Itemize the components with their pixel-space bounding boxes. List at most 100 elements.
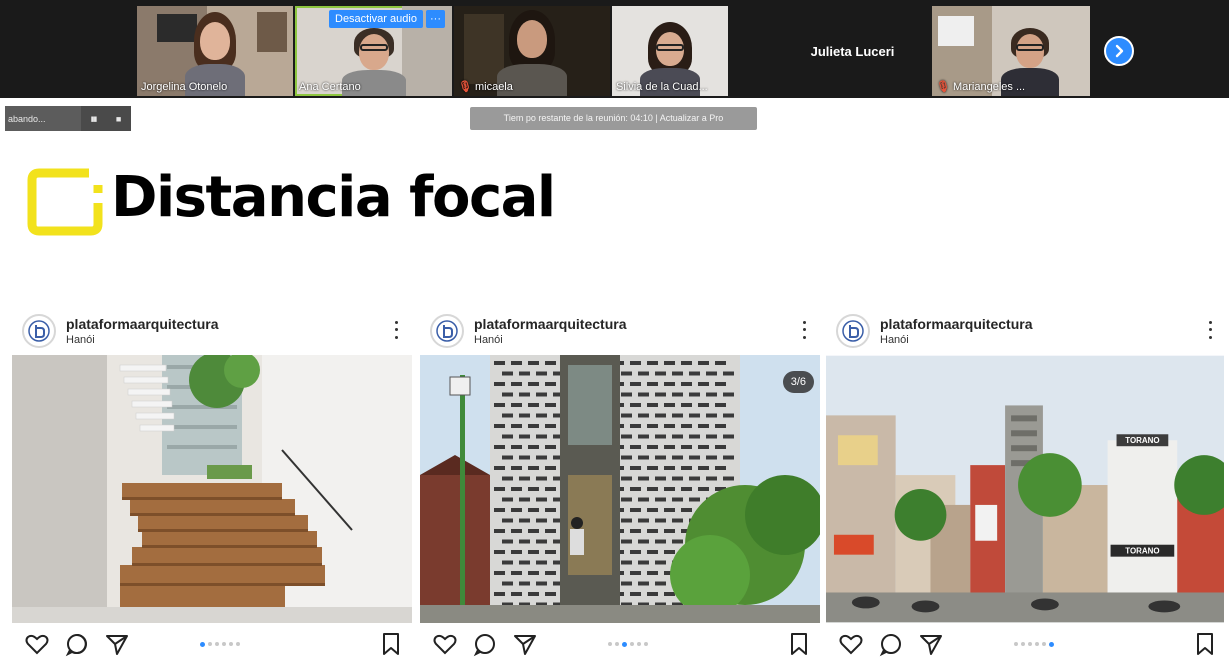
- bookmark-icon[interactable]: [1192, 631, 1218, 657]
- brick-opening: [494, 571, 505, 575]
- post-photo-interior-staircase[interactable]: [12, 355, 412, 623]
- comment-icon[interactable]: [64, 631, 90, 657]
- more-icon[interactable]: [800, 319, 808, 341]
- participant-tile-julieta[interactable]: Julieta Luceri: [776, 6, 929, 96]
- brick-opening: [545, 592, 556, 596]
- mute-participant-button[interactable]: Desactivar audio: [329, 10, 423, 28]
- participant-name: Julieta Luceri: [810, 43, 895, 59]
- brick-opening: [528, 592, 539, 596]
- bookmark-icon[interactable]: [378, 631, 404, 657]
- brick-opening: [502, 371, 513, 376]
- brick-opening: [681, 382, 692, 386]
- participant-tile-jorgelina[interactable]: Jorgelina Otonelo: [137, 6, 293, 96]
- brick-opening: [723, 455, 734, 460]
- participant-tile-micaela[interactable]: 🎙 micaela: [454, 6, 610, 96]
- brick-opening: [511, 550, 522, 554]
- brick-opening: [672, 434, 683, 439]
- brick-opening: [621, 518, 632, 523]
- brick-opening: [545, 487, 556, 491]
- brick-opening: [528, 529, 539, 533]
- more-icon[interactable]: [1206, 319, 1214, 341]
- brick-opening: [511, 382, 522, 386]
- brick-opening: [698, 466, 709, 470]
- heart-icon[interactable]: [24, 631, 50, 657]
- comment-icon[interactable]: [472, 631, 498, 657]
- account-avatar[interactable]: [430, 314, 464, 348]
- comment-icon[interactable]: [878, 631, 904, 657]
- participant-name: 🎙 Mariangeles ...: [936, 81, 1026, 93]
- carousel-counter: 3/6: [782, 371, 814, 393]
- meeting-timer-banner[interactable]: Tiem po restante de la reunión: 04:10 | …: [470, 107, 757, 130]
- brick-opening: [519, 455, 530, 460]
- brick-opening: [502, 455, 513, 460]
- brick-opening: [698, 445, 709, 449]
- participant-tile-mariangeles[interactable]: 🎙 Mariangeles ...: [932, 6, 1090, 96]
- brick-opening: [621, 413, 632, 418]
- post-header: plataformaarquitectura Hanói: [22, 311, 408, 351]
- account-name[interactable]: plataformaarquitectura: [66, 316, 218, 332]
- brick-opening: [706, 455, 717, 460]
- more-icon[interactable]: [392, 319, 400, 341]
- brick-opening: [519, 434, 530, 439]
- share-icon[interactable]: [512, 631, 538, 657]
- brick-opening: [494, 592, 505, 596]
- brick-opening: [681, 361, 692, 365]
- glasses: [1015, 44, 1044, 51]
- post-location[interactable]: Hanói: [880, 334, 909, 346]
- stop-recording-button[interactable]: ■: [116, 114, 121, 124]
- brick-opening: [536, 581, 547, 586]
- participant-tile-silvia[interactable]: Silvia de la Cuad...: [612, 6, 728, 96]
- brick-opening: [681, 487, 692, 491]
- pause-recording-button[interactable]: ▮▮: [91, 115, 98, 123]
- more-options-button[interactable]: ···: [426, 10, 445, 28]
- brick-opening: [519, 413, 530, 418]
- brick-opening: [664, 403, 675, 407]
- post-photo-street-view[interactable]: TORANO TORANO: [826, 355, 1226, 623]
- share-icon[interactable]: [104, 631, 130, 657]
- brick-opening: [647, 529, 658, 533]
- share-icon[interactable]: [918, 631, 944, 657]
- brick-opening: [630, 529, 641, 533]
- post-location[interactable]: Hanói: [474, 334, 503, 346]
- brick-opening: [664, 508, 675, 512]
- post-location[interactable]: Hanói: [66, 334, 95, 346]
- bookmark-icon[interactable]: [786, 631, 812, 657]
- account-name[interactable]: plataformaarquitectura: [474, 316, 626, 332]
- brick-opening: [502, 560, 513, 565]
- brick-opening: [502, 581, 513, 586]
- post-photo-brick-facade[interactable]: 3/6: [420, 355, 820, 623]
- brick-opening: [715, 361, 726, 365]
- brick-opening: [698, 382, 709, 386]
- brick-opening: [715, 445, 726, 449]
- brick-opening: [519, 560, 530, 565]
- recording-label: abando...: [8, 113, 46, 124]
- brick-opening: [689, 497, 700, 502]
- participant-tile-ana[interactable]: Desactivar audio ··· Ana Certano: [295, 6, 452, 96]
- zoom-gallery-strip: Jorgelina Otonelo Desactivar audio ··· A…: [0, 0, 1229, 98]
- brick-opening: [511, 592, 522, 596]
- brick-opening: [689, 371, 700, 376]
- shop-sign-top: TORANO: [1125, 436, 1159, 445]
- account-avatar[interactable]: [836, 314, 870, 348]
- heart-icon[interactable]: [432, 631, 458, 657]
- brick-opening: [528, 571, 539, 575]
- brick-opening: [689, 392, 700, 397]
- brick-opening: [519, 392, 530, 397]
- brick-opening: [545, 424, 556, 428]
- heart-icon[interactable]: [838, 631, 864, 657]
- brick-opening: [519, 497, 530, 502]
- post-header: plataformaarquitectura Hanói: [836, 311, 1222, 351]
- mic-muted-icon: 🎙: [936, 81, 950, 93]
- brick-opening: [511, 403, 522, 407]
- next-page-button[interactable]: [1104, 36, 1134, 66]
- brick-opening: [655, 497, 666, 502]
- brick-opening: [647, 382, 658, 386]
- brick-opening: [689, 476, 700, 481]
- account-name[interactable]: plataformaarquitectura: [880, 316, 1032, 332]
- brick-opening: [689, 455, 700, 460]
- brick-opening: [630, 361, 641, 365]
- account-avatar[interactable]: [22, 314, 56, 348]
- brick-opening: [502, 434, 513, 439]
- brick-opening: [655, 581, 666, 586]
- brick-opening: [647, 445, 658, 449]
